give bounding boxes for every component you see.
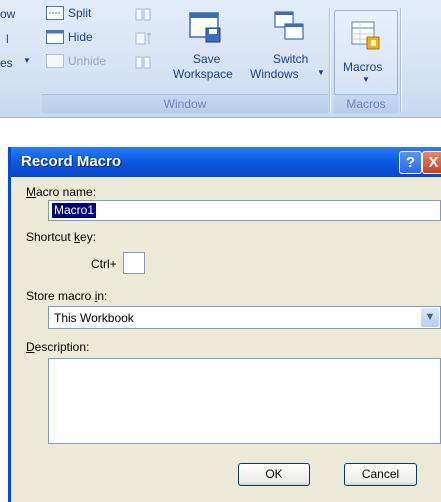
macro-name-input[interactable]: Macro1 bbox=[48, 200, 441, 221]
dropdown-arrow-icon[interactable]: ▼ bbox=[23, 56, 31, 65]
unhide-window-icon bbox=[46, 54, 64, 68]
split-icon bbox=[46, 6, 64, 20]
dropdown-arrow-icon: ▼ bbox=[317, 68, 325, 77]
store-macro-in-select[interactable]: This Workbook ▼ bbox=[48, 306, 441, 329]
cut-off-command[interactable]: es bbox=[0, 56, 13, 70]
switch-windows-icon bbox=[274, 11, 304, 40]
switch-windows-label-line1: Switch bbox=[273, 52, 309, 66]
dropdown-arrow-icon: ▼ bbox=[362, 75, 370, 84]
description-textarea[interactable] bbox=[48, 358, 441, 444]
synchronous-scrolling-icon[interactable] bbox=[135, 32, 151, 46]
save-workspace-icon bbox=[189, 12, 221, 43]
store-macro-in-value: This Workbook bbox=[54, 311, 134, 325]
ctrl-prefix-label: Ctrl+ bbox=[91, 257, 117, 271]
group-separator bbox=[329, 8, 330, 112]
description-label: Description: bbox=[26, 340, 90, 354]
shortcut-key-input[interactable] bbox=[123, 252, 145, 274]
ribbon: ow l es ▼ Split Hide Unhide Save Workspa… bbox=[0, 0, 441, 118]
cut-off-command[interactable]: ow bbox=[0, 7, 15, 21]
shortcut-key-label: Shortcut key: bbox=[26, 230, 97, 244]
ok-button[interactable]: OK bbox=[238, 463, 310, 486]
unhide-label: Unhide bbox=[68, 54, 107, 68]
macro-name-value: Macro1 bbox=[52, 203, 97, 218]
dialog-title-bar[interactable]: Record Macro ? X bbox=[11, 147, 441, 177]
cut-off-command[interactable]: l bbox=[6, 32, 9, 46]
switch-windows-button[interactable]: Switch Windows ▼ bbox=[246, 6, 330, 90]
cancel-button[interactable]: Cancel bbox=[344, 463, 417, 486]
record-macro-dialog: Record Macro ? X Macro name: Macro1 Shor… bbox=[8, 147, 441, 502]
chevron-down-icon[interactable]: ▼ bbox=[421, 308, 439, 327]
save-workspace-label-line2: Workspace bbox=[173, 67, 233, 81]
macro-name-label: Macro name: bbox=[26, 185, 97, 199]
split-button[interactable]: Split bbox=[46, 4, 116, 24]
switch-windows-label-line2: Windows bbox=[250, 67, 299, 81]
save-workspace-label-line1: Save bbox=[193, 52, 221, 66]
store-macro-in-label: Store macro in: bbox=[26, 289, 108, 303]
save-workspace-button[interactable]: Save Workspace bbox=[166, 6, 246, 90]
macros-group-label: Macros bbox=[334, 94, 398, 113]
unhide-button[interactable]: Unhide bbox=[46, 52, 122, 72]
dialog-title: Record Macro bbox=[21, 153, 122, 170]
help-button[interactable]: ? bbox=[399, 151, 422, 174]
reset-window-position-icon[interactable] bbox=[135, 56, 151, 70]
close-button[interactable]: X bbox=[422, 151, 441, 174]
view-side-by-side-icon[interactable] bbox=[135, 8, 151, 22]
macros-icon bbox=[351, 21, 380, 50]
group-separator bbox=[400, 8, 401, 112]
split-label: Split bbox=[68, 6, 92, 20]
macros-label: Macros bbox=[343, 60, 383, 74]
hide-button[interactable]: Hide bbox=[46, 28, 116, 48]
hide-window-icon bbox=[46, 30, 64, 44]
window-group-label: Window bbox=[42, 94, 328, 113]
hide-label: Hide bbox=[68, 30, 93, 44]
